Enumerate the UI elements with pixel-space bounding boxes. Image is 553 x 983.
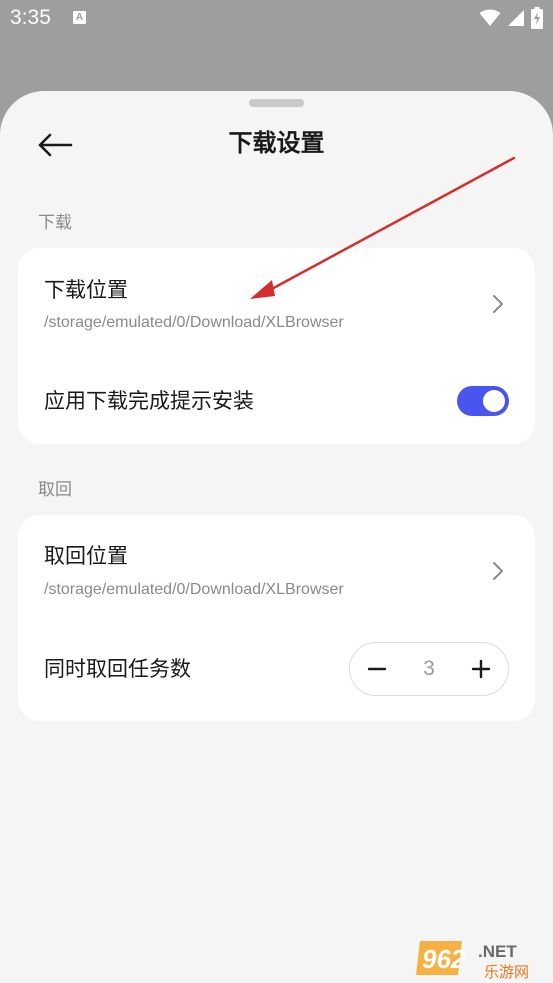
svg-text:乐游网: 乐游网 [484, 963, 529, 981]
decrement-button[interactable] [350, 643, 404, 695]
section-label-retrieve: 取回 [38, 480, 72, 500]
svg-text:.NET: .NET [478, 942, 517, 961]
install-prompt-label: 应用下载完成提示安装 [44, 389, 254, 413]
concurrent-tasks-row: 同时取回任务数 3 [18, 627, 535, 721]
toggle-knob [483, 390, 505, 412]
concurrent-tasks-stepper: 3 [349, 642, 509, 696]
status-icons [479, 7, 543, 29]
download-location-path: /storage/emulated/0/Download/XLBrowser [44, 314, 344, 331]
retrieve-location-path: /storage/emulated/0/Download/XLBrowser [44, 581, 344, 598]
install-prompt-row: 应用下载完成提示安装 [18, 360, 535, 444]
concurrent-tasks-label: 同时取回任务数 [44, 657, 191, 681]
chevron-right-icon [493, 562, 503, 580]
watermark-logo: 962 .NET 乐游网 [416, 941, 529, 981]
wifi-icon [479, 9, 501, 26]
download-location-row[interactable]: 下载位置 /storage/emulated/0/Download/XLBrow… [18, 248, 535, 360]
concurrent-tasks-value: 3 [423, 657, 435, 680]
download-location-title: 下载位置 [44, 278, 128, 302]
plus-icon [471, 659, 491, 679]
minus-icon [367, 667, 387, 671]
page-title: 下载设置 [228, 129, 325, 157]
retrieve-settings-card: 取回位置 /storage/emulated/0/Download/XLBrow… [18, 515, 535, 721]
chevron-right-icon [493, 295, 503, 313]
section-label-download: 下载 [38, 213, 72, 233]
svg-text:962: 962 [422, 944, 466, 974]
battery-charging-icon [531, 7, 543, 29]
increment-button[interactable] [454, 643, 508, 695]
install-prompt-toggle[interactable] [457, 386, 509, 416]
retrieve-location-row[interactable]: 取回位置 /storage/emulated/0/Download/XLBrow… [18, 515, 535, 627]
status-bar: 3:35 A [0, 0, 553, 38]
settings-sheet: 下载设置 下载 下载位置 /storage/emulated/0/Downloa… [0, 91, 553, 983]
download-settings-card: 下载位置 /storage/emulated/0/Download/XLBrow… [18, 248, 535, 444]
notification-a-icon: A [73, 11, 86, 24]
retrieve-location-title: 取回位置 [44, 544, 128, 568]
signal-icon [508, 10, 524, 26]
drag-handle[interactable] [249, 99, 304, 107]
status-time: 3:35 [10, 6, 51, 29]
